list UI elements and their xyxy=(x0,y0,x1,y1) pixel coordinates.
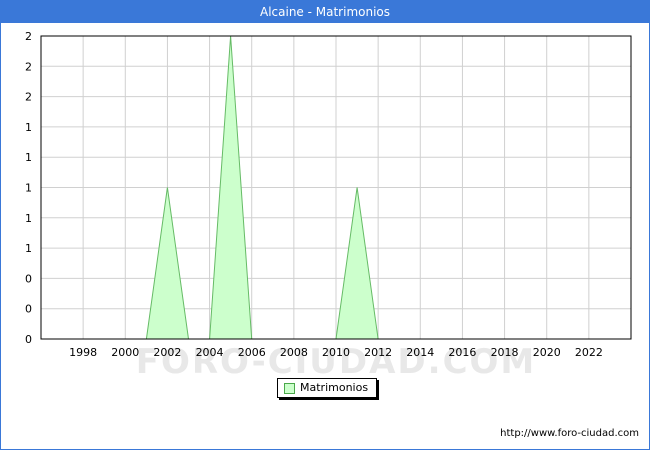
x-tick-label: 1998 xyxy=(69,346,97,359)
y-tick-label: 2 xyxy=(25,91,32,104)
y-tick-label: 2 xyxy=(25,30,32,43)
x-tick-label: 2014 xyxy=(406,346,434,359)
legend: Matrimonios xyxy=(277,378,377,398)
x-tick-label: 2002 xyxy=(153,346,181,359)
chart-frame: Alcaine - Matrimonios FORO-CIUDAD.COM 00… xyxy=(0,0,650,450)
x-tick-label: 2016 xyxy=(448,346,476,359)
x-tick-label: 2022 xyxy=(575,346,603,359)
x-tick-label: 2004 xyxy=(196,346,224,359)
y-tick-label: 1 xyxy=(25,182,32,195)
y-tick-label: 1 xyxy=(25,121,32,134)
y-tick-label: 1 xyxy=(25,212,32,225)
x-tick-label: 2006 xyxy=(238,346,266,359)
x-tick-label: 2010 xyxy=(322,346,350,359)
x-tick-label: 2012 xyxy=(364,346,392,359)
x-tick-label: 2008 xyxy=(280,346,308,359)
legend-swatch xyxy=(284,383,295,394)
y-tick-label: 0 xyxy=(25,303,32,316)
y-tick-label: 2 xyxy=(25,60,32,73)
y-tick-label: 0 xyxy=(25,333,32,346)
x-tick-label: 2020 xyxy=(533,346,561,359)
x-tick-label: 2000 xyxy=(111,346,139,359)
y-tick-label: 0 xyxy=(25,272,32,285)
x-tick-label: 2018 xyxy=(491,346,519,359)
legend-label: Matrimonios xyxy=(300,381,369,394)
y-tick-label: 1 xyxy=(25,151,32,164)
y-tick-label: 1 xyxy=(25,242,32,255)
source-url: http://www.foro-ciudad.com xyxy=(500,428,639,439)
y-axis-tick-labels: 0 0 0 1 1 1 1 1 2 2 2 xyxy=(25,30,32,346)
